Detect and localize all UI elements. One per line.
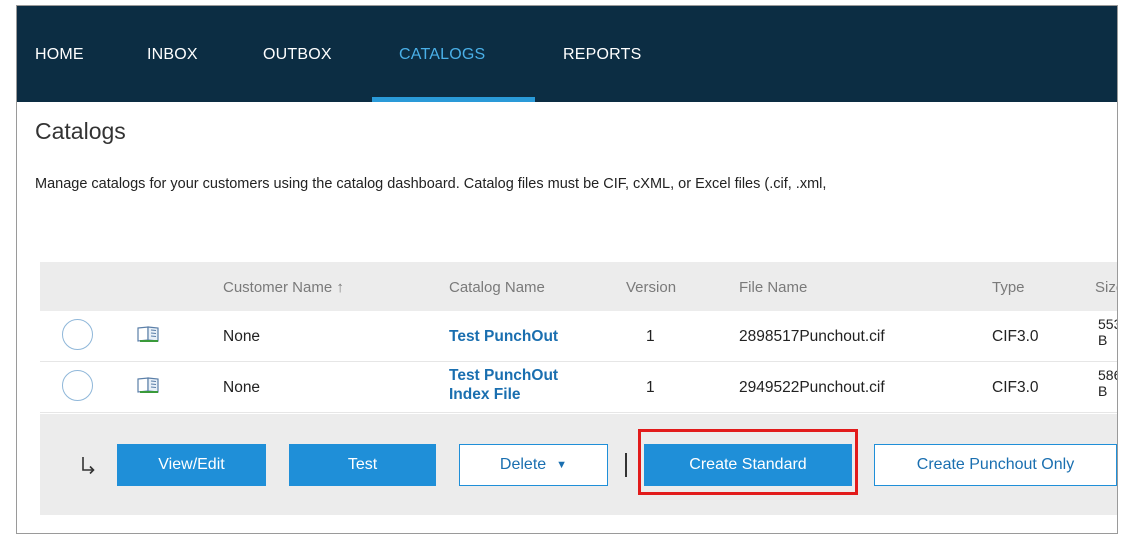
catalog-name-link[interactable]: Test PunchOut	[449, 328, 558, 346]
customer-name: None	[223, 328, 261, 345]
table-actions-bar: View/Edit Test Delete ▼ Create Standard …	[40, 414, 1117, 515]
file-name: 2949522Punchout.cif	[739, 379, 885, 396]
create-punchout-only-button[interactable]: Create Punchout Only	[874, 444, 1117, 486]
table-header: Customer Name ↑ Catalog Name Version Fil…	[40, 262, 1117, 311]
page-description: Manage catalogs for your customers using…	[35, 176, 827, 192]
col-type[interactable]: Type	[992, 279, 1025, 296]
nav-outbox[interactable]: OUTBOX	[263, 46, 332, 64]
file-size-value: 553	[1098, 316, 1117, 332]
file-name: 2898517Punchout.cif	[739, 328, 885, 345]
col-catalog-name[interactable]: Catalog Name	[449, 279, 545, 296]
customer-name: None	[223, 379, 261, 396]
nav-home[interactable]: HOME	[35, 46, 84, 64]
catalog-type: CIF3.0	[992, 379, 1039, 396]
test-button[interactable]: Test	[289, 444, 436, 486]
catalog-book-icon	[137, 377, 159, 393]
file-size-value: 586	[1098, 367, 1117, 383]
col-customer-name[interactable]: Customer Name ↑	[223, 279, 344, 296]
delete-button[interactable]: Delete ▼	[459, 444, 608, 486]
col-file-name[interactable]: File Name	[739, 279, 807, 296]
top-nav: HOME INBOX OUTBOX CATALOGS REPORTS	[17, 6, 1117, 102]
catalog-type: CIF3.0	[992, 328, 1039, 345]
file-size-unit: B	[1098, 383, 1108, 399]
file-size: 553 B	[1098, 316, 1117, 348]
catalog-name-line2[interactable]: Index File	[449, 385, 558, 404]
table-row: None Test PunchOut 1 2898517Punchout.cif…	[40, 311, 1117, 362]
table-row: None Test PunchOut Index File 1 2949522P…	[40, 362, 1117, 413]
view-edit-button[interactable]: View/Edit	[117, 444, 266, 486]
row-select-radio[interactable]	[62, 370, 93, 401]
nav-active-indicator	[372, 97, 535, 102]
catalog-name-link[interactable]: Test PunchOut Index File	[449, 366, 558, 404]
version: 1	[646, 328, 655, 345]
file-size-unit: B	[1098, 332, 1108, 348]
version: 1	[646, 379, 655, 396]
row-select-radio[interactable]	[62, 319, 93, 350]
delete-button-label: Delete	[499, 456, 547, 473]
return-arrow-icon	[82, 457, 95, 475]
nav-inbox[interactable]: INBOX	[147, 46, 198, 64]
catalog-name-line1[interactable]: Test PunchOut	[449, 366, 558, 385]
catalog-book-icon	[137, 326, 159, 342]
caret-down-icon: ▼	[556, 459, 568, 471]
nav-catalogs[interactable]: CATALOGS	[399, 46, 485, 64]
nav-reports[interactable]: REPORTS	[563, 46, 641, 64]
catalogs-page: HOME INBOX OUTBOX CATALOGS REPORTS Catal…	[16, 5, 1118, 534]
highlight-box	[638, 429, 858, 495]
button-divider	[625, 453, 627, 477]
file-size: 586 B	[1098, 367, 1117, 399]
page-title: Catalogs	[35, 118, 126, 144]
col-size[interactable]: Size	[1095, 279, 1117, 296]
col-version[interactable]: Version	[626, 279, 676, 296]
